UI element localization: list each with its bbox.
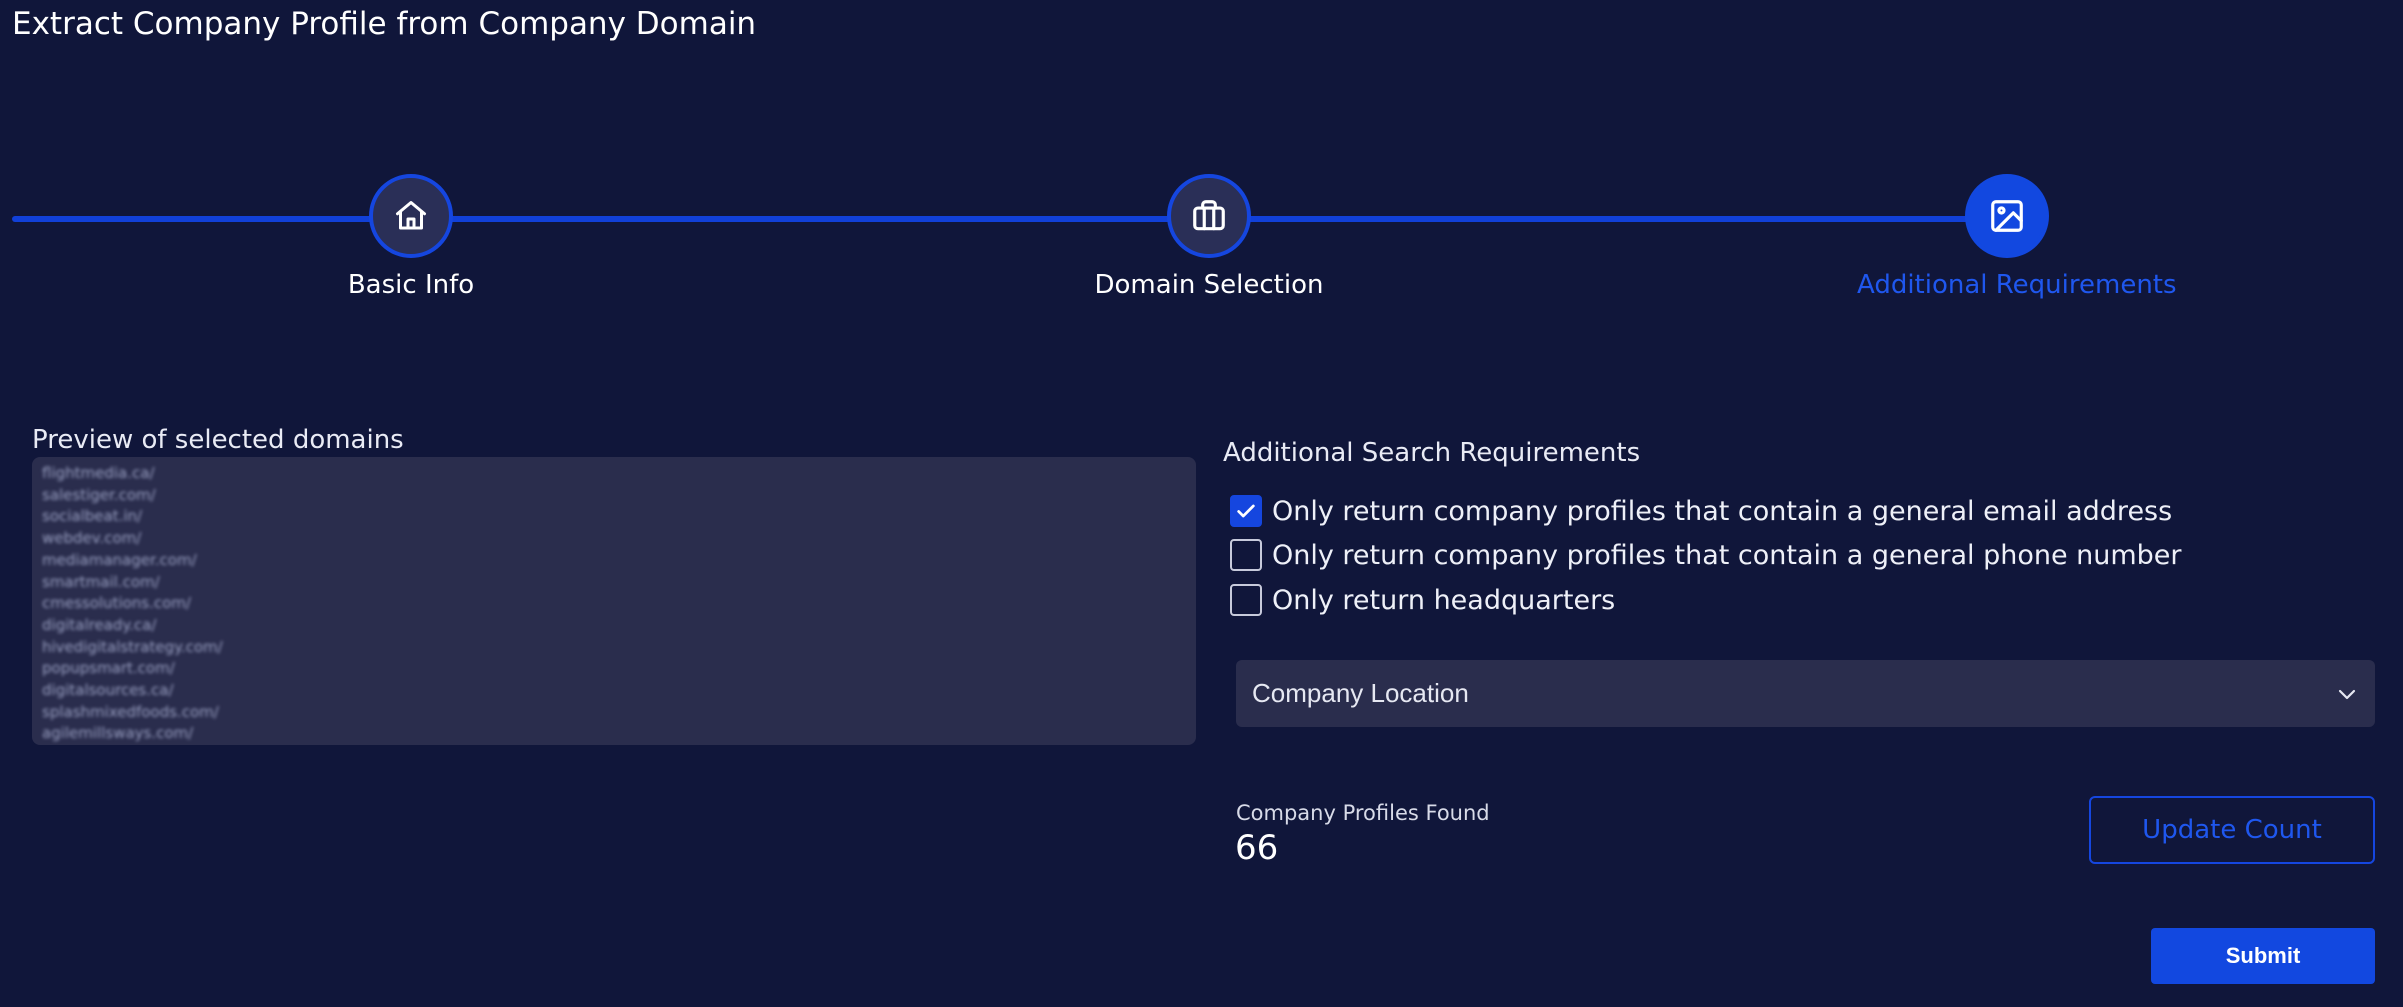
briefcase-icon [1193,200,1225,231]
phone-requirement-checkbox[interactable] [1230,539,1262,571]
step-additional-requirements[interactable]: Additional Requirements [1857,174,2177,300]
domain-item: flightmedia.ca/ [42,464,155,482]
step-label: Domain Selection [1094,270,1324,300]
step-circle[interactable] [1167,174,1251,258]
update-count-button[interactable]: Update Count [2089,796,2375,864]
domain-item: popupsmart.com/ [42,659,175,678]
domain-item: mediamanager.com/ [42,550,197,569]
domain-item: smartmail.com/ [42,572,160,591]
step-domain-selection[interactable]: Domain Selection [1059,174,1359,300]
image-icon [1991,200,2023,232]
domain-item: digitalready.ca/ [42,615,157,634]
domain-item: digitalsources.ca/ [42,681,174,700]
preview-title: Preview of selected domains [32,425,404,455]
page: Extract Company Profile from Company Dom… [0,0,2403,1007]
domain-preview-box[interactable]: flightmedia.ca/ salestiger.com/ socialbe… [32,457,1196,745]
phone-requirement-option[interactable]: Only return company profiles that contai… [1230,539,2182,571]
chevron-down-icon [2338,689,2356,699]
email-requirement-checkbox[interactable] [1230,495,1262,527]
domain-list: flightmedia.ca/ salestiger.com/ socialbe… [32,457,1196,745]
headquarters-requirement-checkbox[interactable] [1230,584,1262,616]
profiles-found-count: 66 [1235,828,1279,868]
step-circle-active[interactable] [1965,174,2049,258]
headquarters-requirement-label: Only return headquarters [1272,584,1616,616]
profiles-found-label: Company Profiles Found [1236,801,1490,825]
company-location-select[interactable]: Company Location [1236,660,2375,727]
checkmark-icon [1237,504,1255,518]
email-requirement-label: Only return company profiles that contai… [1272,495,2173,527]
page-title: Extract Company Profile from Company Dom… [12,6,757,42]
company-location-value: Company Location [1252,678,1469,708]
domain-item: splashmixedfoods.com/ [42,702,219,721]
phone-requirement-label: Only return company profiles that contai… [1272,539,2182,571]
step-label: Additional Requirements [1857,270,2177,300]
domain-item: hivedigitalstrategy.com/ [42,637,223,656]
home-icon [396,201,426,230]
step-circle[interactable] [369,174,453,258]
domain-item: salestiger.com/ [42,485,156,504]
domain-item: agilemillsways.com/ [42,724,194,743]
domain-item: cmessolutions.com/ [42,594,191,613]
headquarters-requirement-option[interactable]: Only return headquarters [1230,584,1615,616]
email-requirement-option[interactable]: Only return company profiles that contai… [1230,495,2172,527]
requirements-title: Additional Search Requirements [1223,438,1641,468]
step-label: Basic Info [347,270,475,300]
domain-item: socialbeat.in/ [42,507,143,526]
step-basic-info[interactable]: Basic Info [261,174,561,300]
submit-button[interactable]: Submit [2151,928,2375,984]
domain-item: webdev.com/ [42,529,142,548]
